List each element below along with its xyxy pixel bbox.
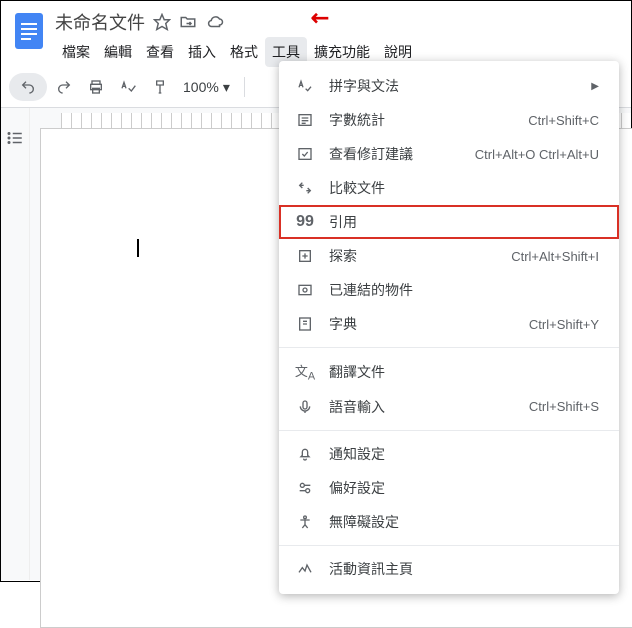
menu-item-wordcount[interactable]: 字數統計Ctrl+Shift+C — [279, 103, 619, 137]
bell-icon — [293, 446, 317, 462]
menu-label: 查看修訂建議 — [329, 144, 475, 164]
menu-label: 翻譯文件 — [329, 362, 599, 382]
menu-item-bell[interactable]: 通知設定 — [279, 437, 619, 471]
activity-icon — [293, 561, 317, 577]
menu-label: 引用 — [329, 212, 599, 232]
menu-separator — [279, 545, 619, 546]
menu-label: 已連結的物件 — [329, 280, 599, 300]
docs-logo-icon[interactable] — [11, 9, 47, 53]
menu-item-prefs[interactable]: 偏好設定 — [279, 471, 619, 505]
menu-label: 字數統計 — [329, 110, 528, 130]
move-icon[interactable] — [179, 13, 197, 31]
linked-icon — [293, 282, 317, 298]
cloud-status-icon[interactable] — [205, 13, 225, 31]
quote-icon: 99 — [293, 213, 317, 231]
toolbar-separator — [244, 77, 245, 97]
chevron-right-icon: ▶ — [591, 81, 599, 92]
menu-item-activity[interactable]: 活動資訊主頁 — [279, 552, 619, 586]
menu-separator — [279, 430, 619, 431]
menu-label: 拼字與文法 — [329, 76, 583, 96]
menu-shortcut: Ctrl+Shift+S — [529, 399, 599, 414]
menu-item-suggest[interactable]: 查看修訂建議Ctrl+Alt+O Ctrl+Alt+U — [279, 137, 619, 171]
menu-shortcut: Ctrl+Shift+C — [528, 113, 599, 128]
menu-label: 無障礙設定 — [329, 512, 599, 532]
dict-icon — [293, 316, 317, 332]
menu-separator — [279, 347, 619, 348]
menu-item-voice[interactable]: 語音輸入Ctrl+Shift+S — [279, 390, 619, 424]
suggest-icon — [293, 146, 317, 162]
chevron-down-icon: ▾ — [223, 79, 230, 96]
menu-edit[interactable]: 編輯 — [97, 37, 139, 67]
a11y-icon — [293, 514, 317, 530]
menu-label: 通知設定 — [329, 444, 599, 464]
menu-item-quote[interactable]: 99 引用 — [279, 205, 619, 239]
menu-item-spellcheck[interactable]: 拼字與文法 ▶ — [279, 69, 619, 103]
menu-label: 探索 — [329, 246, 511, 266]
menu-item-compare[interactable]: 比較文件 — [279, 171, 619, 205]
menu-shortcut: Ctrl+Shift+Y — [529, 317, 599, 332]
zoom-selector[interactable]: 100% ▾ — [177, 79, 236, 96]
undo-button[interactable] — [13, 73, 43, 101]
menu-insert[interactable]: 插入 — [181, 37, 223, 67]
menu-format[interactable]: 格式 — [223, 37, 265, 67]
menu-label: 語音輸入 — [329, 397, 529, 417]
menu-label: 字典 — [329, 314, 529, 334]
compare-icon — [293, 180, 317, 196]
spellcheck-button[interactable] — [113, 73, 143, 101]
prefs-icon — [293, 480, 317, 496]
menu-item-translate[interactable]: 文A 翻譯文件 — [279, 354, 619, 390]
voice-icon — [293, 399, 317, 415]
outline-button[interactable] — [1, 124, 29, 152]
zoom-value: 100% — [183, 79, 219, 95]
print-button[interactable] — [81, 73, 111, 101]
menu-shortcut: Ctrl+Alt+Shift+I — [511, 249, 599, 264]
star-icon[interactable] — [153, 13, 171, 31]
menu-item-explore[interactable]: 探索Ctrl+Alt+Shift+I — [279, 239, 619, 273]
menu-item-linked[interactable]: 已連結的物件 — [279, 273, 619, 307]
menu-view[interactable]: 查看 — [139, 37, 181, 67]
explore-icon — [293, 248, 317, 264]
translate-icon: 文A — [293, 361, 317, 383]
redo-button[interactable] — [49, 73, 79, 101]
menu-label: 活動資訊主頁 — [329, 559, 599, 579]
menu-item-dict[interactable]: 字典Ctrl+Shift+Y — [279, 307, 619, 341]
menu-item-a11y[interactable]: 無障礙設定 — [279, 505, 619, 539]
tools-dropdown: 拼字與文法▶字數統計Ctrl+Shift+C查看修訂建議Ctrl+Alt+O C… — [279, 61, 619, 594]
menu-file[interactable]: 檔案 — [55, 37, 97, 67]
menu-label: 比較文件 — [329, 178, 599, 198]
spellcheck-icon — [293, 78, 317, 94]
text-cursor — [137, 239, 139, 257]
menu-label: 偏好設定 — [329, 478, 599, 498]
menu-shortcut: Ctrl+Alt+O Ctrl+Alt+U — [475, 147, 599, 162]
document-title[interactable]: 未命名文件 — [55, 9, 145, 35]
header: 未命名文件 檔案 編輯 查看 插入 格式 工具 擴充功能 說明 — [1, 1, 631, 67]
paint-format-button[interactable] — [145, 73, 175, 101]
wordcount-icon — [293, 112, 317, 128]
